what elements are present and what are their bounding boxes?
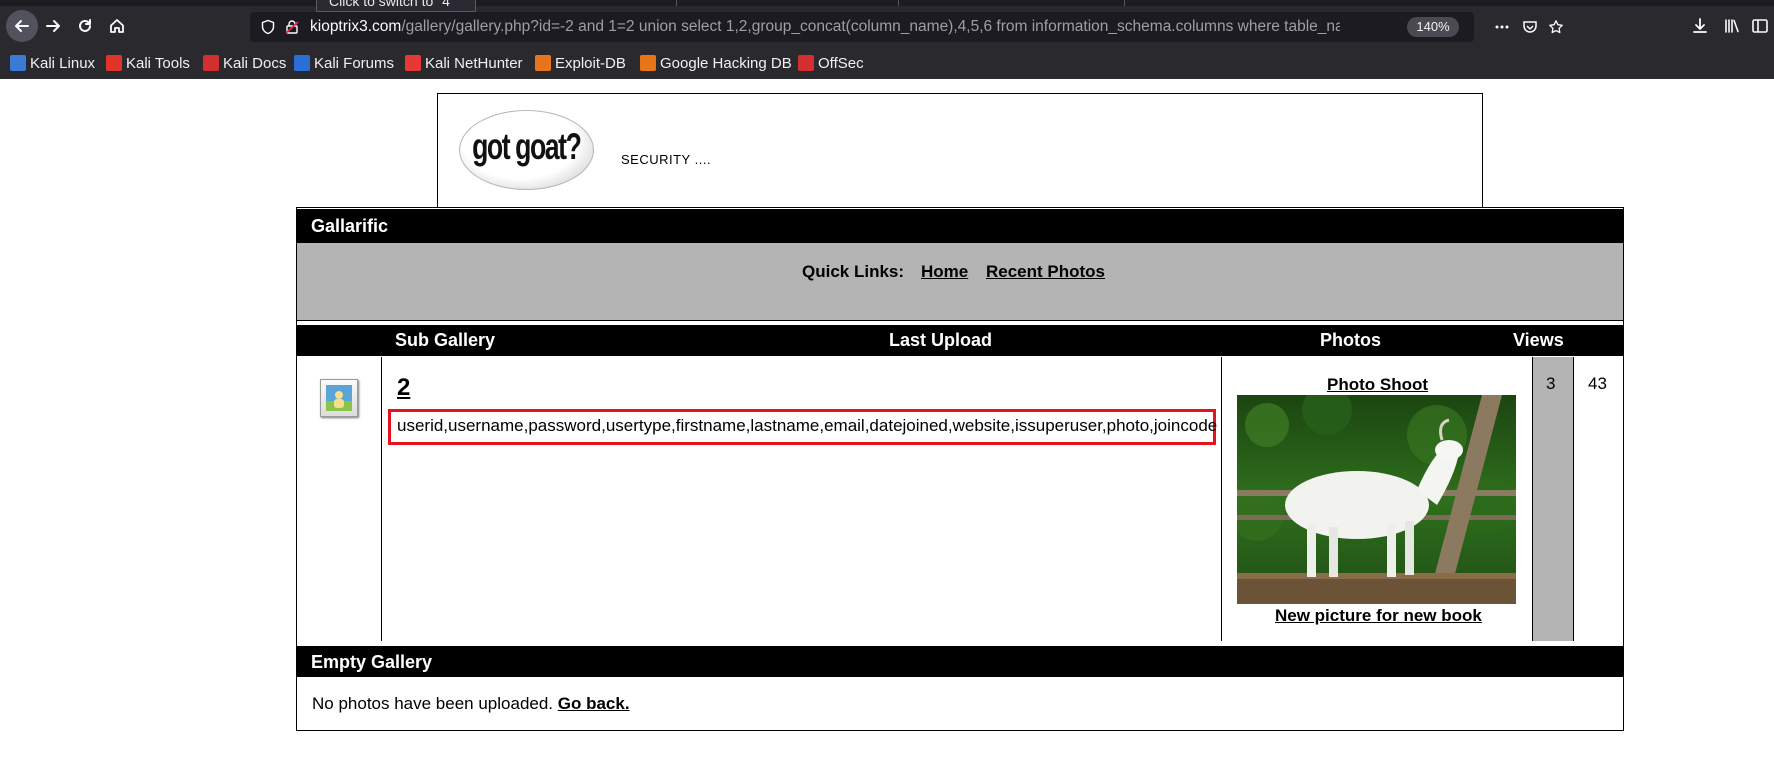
browser-chrome: Click to switch to "4" kioptrix3.com/gal… <box>0 0 1774 79</box>
column-divider <box>1221 357 1222 641</box>
url-host: kioptrix3.com <box>310 18 402 35</box>
sub-gallery-link[interactable]: 2 <box>397 374 410 402</box>
bookmark-kali-nethunter[interactable]: Kali NetHunter <box>405 52 523 74</box>
exploit-db-icon <box>535 55 551 71</box>
no-photos-text: No photos have been uploaded. <box>312 694 554 713</box>
empty-gallery-message: No photos have been uploaded. Go back. <box>312 694 630 714</box>
bookmarks-toolbar: Kali Linux Kali Tools Kali Docs Kali For… <box>0 48 1774 79</box>
bookmark-label: OffSec <box>818 54 864 72</box>
bookmark-label: Exploit-DB <box>555 54 626 72</box>
home-button[interactable] <box>102 11 132 41</box>
bookmark-offsec[interactable]: OffSec <box>798 52 864 74</box>
nethunter-icon <box>405 55 421 71</box>
bookmark-label: Kali Docs <box>223 54 287 72</box>
tab-separator <box>898 0 899 6</box>
tab-separator <box>676 0 677 6</box>
reload-button[interactable] <box>70 11 100 41</box>
sidebar-button[interactable] <box>1745 11 1774 41</box>
ghdb-icon <box>640 55 656 71</box>
kali-forums-icon <box>294 55 310 71</box>
empty-gallery-title: Empty Gallery <box>297 644 1623 677</box>
kali-docs-icon <box>203 55 219 71</box>
reload-icon <box>79 19 91 32</box>
zoom-level[interactable]: 140% <box>1407 17 1459 37</box>
column-divider <box>1532 357 1533 641</box>
gallery-title: Gallarific <box>297 209 1623 243</box>
more-actions-icon[interactable] <box>1492 17 1512 37</box>
kali-dragon-icon <box>10 55 26 71</box>
download-icon <box>1693 18 1707 33</box>
go-back-link[interactable]: Go back. <box>558 694 630 713</box>
goat-photo[interactable] <box>1237 395 1516 604</box>
bookmark-kali-tools[interactable]: Kali Tools <box>106 52 190 74</box>
bookmark-kali-linux[interactable]: Kali Linux <box>10 52 95 74</box>
downloads-button[interactable] <box>1685 11 1715 41</box>
photos-count-cell <box>1533 357 1573 641</box>
photos-count: 3 <box>1546 374 1556 393</box>
shield-icon[interactable] <box>258 17 278 37</box>
column-divider <box>1573 357 1574 641</box>
photo-caption-link[interactable]: New picture for new book <box>1275 606 1482 626</box>
column-header-photos: Photos <box>1320 330 1381 350</box>
site-logo[interactable]: got goat? <box>459 110 594 190</box>
home-icon <box>110 19 124 33</box>
bookmark-label: Kali Forums <box>314 54 395 72</box>
forward-button[interactable] <box>38 11 68 41</box>
insecure-lock-icon[interactable] <box>282 17 302 37</box>
home-link[interactable]: Home <box>921 262 968 282</box>
quick-links-panel <box>297 243 1623 321</box>
arrow-left-icon <box>15 20 29 32</box>
sidebar-icon <box>1752 19 1768 33</box>
column-header-last-upload: Last Upload <box>889 330 993 350</box>
site-slogan: SECURITY .... <box>621 152 712 167</box>
offsec-icon <box>798 55 814 71</box>
logo-text: got goat? <box>472 126 582 167</box>
column-header-views: Views <box>1513 330 1564 350</box>
kali-tools-icon <box>106 55 122 71</box>
bookmark-label: Kali Tools <box>126 54 190 72</box>
arrow-right-icon <box>46 20 60 32</box>
gallery-description: userid,username,password,usertype,firstn… <box>397 416 1218 435</box>
tab-separator <box>1124 0 1125 6</box>
bookmark-exploit-db[interactable]: Exploit-DB <box>535 52 626 74</box>
url-path: /gallery/gallery.php?id=-2 and 1=2 union… <box>401 18 1340 35</box>
bookmark-label: Google Hacking DB <box>660 54 792 72</box>
photo-title-link[interactable]: Photo Shoot <box>1327 375 1428 395</box>
bookmark-kali-docs[interactable]: Kali Docs <box>203 52 286 74</box>
column-divider <box>381 357 382 641</box>
bookmark-star-icon[interactable] <box>1546 17 1566 37</box>
tab-strip <box>0 0 1774 6</box>
back-button[interactable] <box>6 10 38 42</box>
recent-photos-link[interactable]: Recent Photos <box>986 262 1105 282</box>
tab-tooltip: Click to switch to "4" <box>316 0 476 12</box>
url-bar[interactable]: kioptrix3.com/gallery/gallery.php?id=-2 … <box>250 12 1563 42</box>
bookmark-kali-forums[interactable]: Kali Forums <box>294 52 394 74</box>
views-count: 43 <box>1588 374 1607 393</box>
bookmark-label: Kali Linux <box>30 54 96 72</box>
library-button[interactable] <box>1717 11 1747 41</box>
library-icon <box>1725 19 1739 33</box>
bookmark-label: Kali NetHunter <box>425 54 523 72</box>
quick-links-label: Quick Links: <box>802 262 905 281</box>
pocket-icon[interactable] <box>1520 17 1540 37</box>
gallery-thumbnail-icon[interactable] <box>320 379 358 417</box>
column-header-sub-gallery: Sub Gallery <box>395 330 496 350</box>
bookmark-google-hacking-db[interactable]: Google Hacking DB <box>640 52 792 74</box>
url-text[interactable]: kioptrix3.com/gallery/gallery.php?id=-2 … <box>310 17 1340 37</box>
